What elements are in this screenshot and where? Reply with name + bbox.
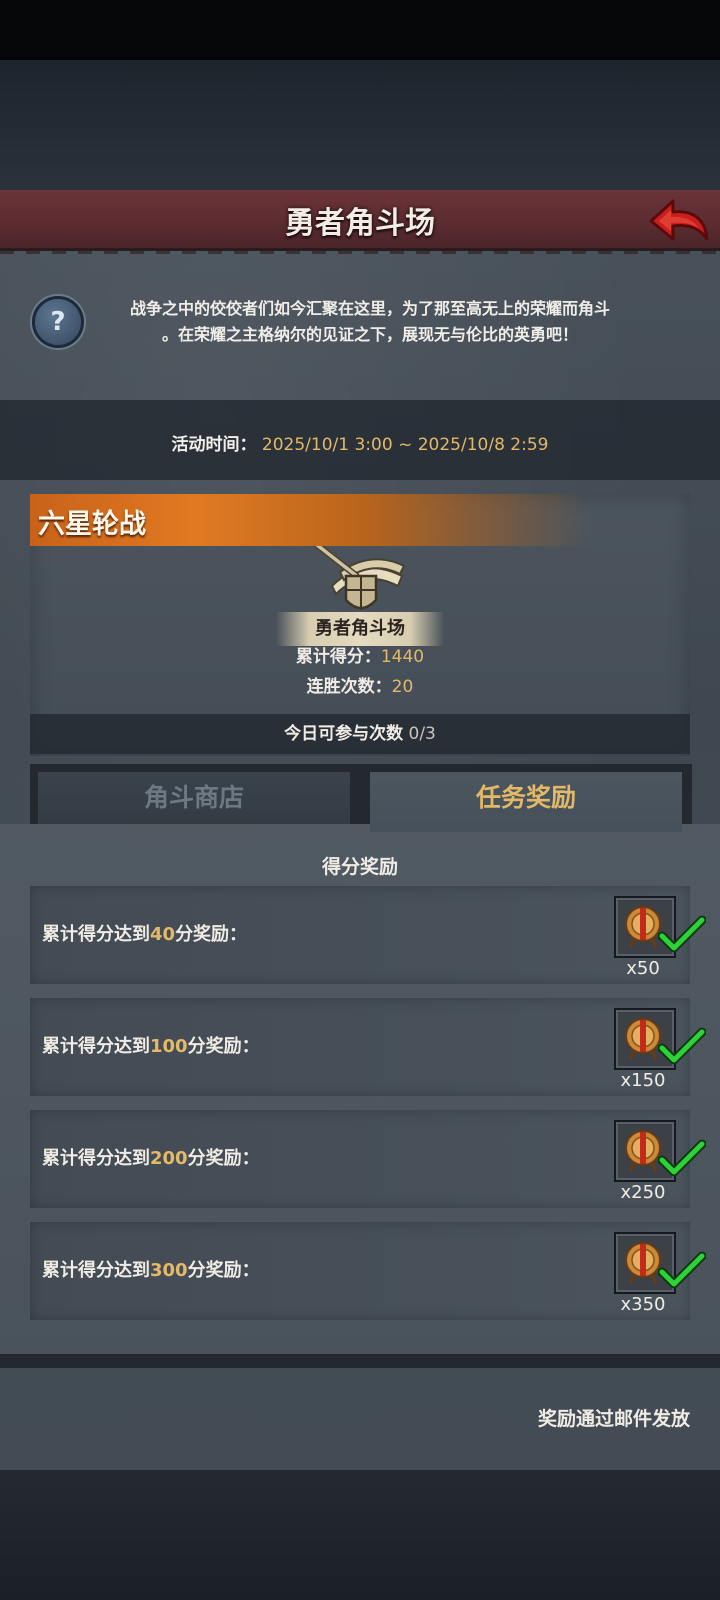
- tab-arena-shop[interactable]: 角斗商店: [38, 772, 350, 824]
- status-bar-area: [0, 0, 720, 60]
- reward-prefix: 累计得分达到: [42, 1036, 150, 1057]
- attempts-label: 今日可参与次数: [284, 724, 404, 744]
- reward-score: 100: [150, 1036, 188, 1057]
- green-checkmark-icon: [658, 915, 706, 953]
- attempts-value: 0/3: [408, 724, 436, 744]
- mail-delivery-note: 奖励通过邮件发放: [537, 1408, 690, 1430]
- reward-row: 累计得分达到100分奖励： x150: [30, 998, 706, 1096]
- green-checkmark-icon: [658, 1139, 706, 1177]
- rewards-section-title: 得分奖励: [321, 856, 398, 878]
- shield-sword-emblem-icon: [308, 546, 406, 610]
- reward-suffix: 分奖励：: [187, 1260, 260, 1281]
- event-time-strip: 活动时间： 2025/10/1 3:00 ~ 2025/10/8 2:59: [0, 400, 720, 480]
- tab-task-rewards-overlay[interactable]: 任务奖励: [370, 772, 682, 832]
- event-title: 六星轮战: [38, 509, 146, 540]
- reward-row: 累计得分达到200分奖励： x250: [30, 1110, 706, 1208]
- score-stat: 累计得分：1440: [0, 642, 720, 667]
- streak-stat: 连胜次数：20: [0, 672, 720, 697]
- description-line-1: 战争之中的佼佼者们如今汇聚在这里，为了那至高无上的荣耀而角斗: [129, 299, 610, 318]
- green-checkmark-icon: [658, 1251, 706, 1289]
- question-mark-glyph: ?: [50, 307, 66, 337]
- rewards-bottom-edge: [0, 1354, 720, 1368]
- green-checkmark-icon: [658, 1027, 706, 1065]
- reward-condition: 累计得分达到40分奖励：: [42, 886, 247, 984]
- reward-row: 累计得分达到300分奖励： x350: [30, 1222, 706, 1320]
- event-time-label: 活动时间：: [171, 435, 257, 455]
- reward-prefix: 累计得分达到: [42, 924, 150, 945]
- score-value: 1440: [380, 647, 425, 667]
- reward-quantity: x350: [620, 1294, 666, 1315]
- reward-quantity: x150: [620, 1070, 666, 1091]
- reward-score: 40: [150, 924, 176, 945]
- background-scenery: [0, 60, 720, 190]
- reward-suffix: 分奖励：: [175, 924, 248, 945]
- reward-score: 300: [150, 1260, 188, 1281]
- reward-condition: 累计得分达到100分奖励：: [42, 998, 260, 1096]
- reward-row: 累计得分达到40分奖励： x50: [30, 886, 706, 984]
- title-banner: 勇者角斗场: [0, 190, 720, 254]
- streak-label: 连胜次数：: [306, 677, 392, 697]
- streak-value: 20: [391, 677, 414, 697]
- reward-condition: 累计得分达到200分奖励：: [42, 1110, 260, 1208]
- back-button[interactable]: [644, 194, 714, 246]
- reward-condition: 累计得分达到300分奖励：: [42, 1222, 260, 1320]
- event-time-value: 2025/10/1 3:00 ~ 2025/10/8 2:59: [261, 435, 549, 455]
- event-time-row: 活动时间： 2025/10/1 3:00 ~ 2025/10/8 2:59: [0, 430, 720, 455]
- question-mark-icon[interactable]: ?: [32, 296, 84, 348]
- reward-prefix: 累计得分达到: [42, 1148, 150, 1169]
- bottom-backdrop: [0, 1470, 720, 1600]
- description-line-2: 。在荣耀之主格纳尔的见证之下，展现无与伦比的英勇吧！: [161, 325, 578, 344]
- reward-quantity: x250: [620, 1182, 666, 1203]
- back-arrow-icon: [649, 199, 709, 241]
- reward-quantity: x50: [626, 958, 660, 979]
- event-description: 战争之中的佼佼者们如今汇聚在这里，为了那至高无上的荣耀而角斗 。在荣耀之主格纳尔…: [90, 296, 650, 348]
- reward-suffix: 分奖励：: [187, 1036, 260, 1057]
- reward-suffix: 分奖励：: [187, 1148, 260, 1169]
- emblem-label: 勇者角斗场: [276, 612, 444, 646]
- reward-prefix: 累计得分达到: [42, 1260, 150, 1281]
- page-title: 勇者角斗场: [285, 206, 435, 241]
- reward-score: 200: [150, 1148, 188, 1169]
- daily-attempts-bar: 今日可参与次数 0/3: [30, 714, 690, 754]
- score-label: 累计得分：: [295, 647, 381, 667]
